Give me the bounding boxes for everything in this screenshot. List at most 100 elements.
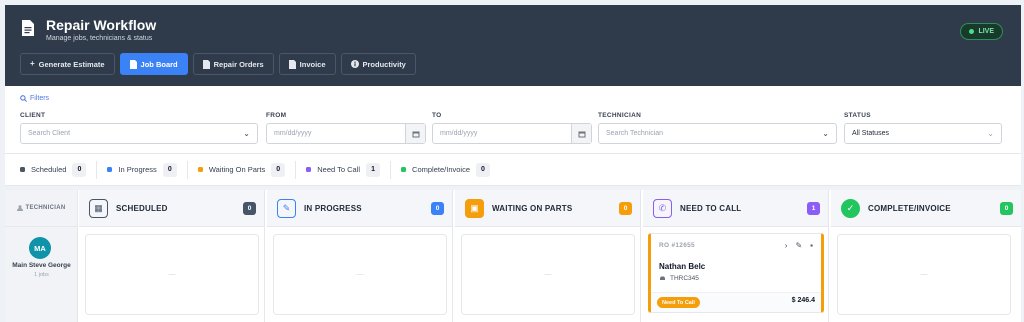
calendar-icon[interactable] (405, 124, 425, 143)
technician-label: TECHNICIAN (598, 112, 642, 119)
status-badge: Need To Call (657, 297, 700, 308)
column-count: 0 (243, 202, 256, 215)
live-label: LIVE (978, 28, 994, 35)
column-title: IN PROGRESS (304, 203, 362, 213)
repair-order-number: RO #12655 (659, 242, 695, 249)
status-select[interactable]: All Statuses ⌄ (844, 123, 1002, 144)
technician-placeholder: Search Technician (606, 130, 664, 137)
column-title: WAITING ON PARTS (492, 203, 573, 213)
vehicle-plate: THRC345 (659, 275, 699, 282)
technician-name: Main Steve George (12, 262, 71, 269)
search-icon (20, 95, 27, 102)
user-icon (16, 205, 23, 211)
column-header: ✆ NEED TO CALL 1 (643, 190, 828, 227)
technician-jobs-count: 1 jobs (34, 272, 49, 278)
column-count: 0 (1000, 202, 1013, 215)
customer-name: Nathan Belc (659, 262, 706, 271)
stat-label: Scheduled (31, 165, 67, 174)
document-app-icon (22, 20, 34, 36)
column-need-to-call: ✆ NEED TO CALL 1 RO #12655 › ✎ ▪ Nathan … (643, 190, 829, 322)
plus-icon: + (30, 59, 35, 68)
column-title: NEED TO CALL (680, 203, 742, 213)
client-label: CLIENT (20, 112, 46, 119)
calendar-icon[interactable] (571, 124, 591, 143)
filters-toggle[interactable]: Filters (20, 95, 49, 102)
filters-label: Filters (30, 95, 50, 102)
car-icon (660, 276, 665, 280)
calendar-icon: ▦ (89, 198, 108, 218)
to-label: TO (432, 112, 442, 119)
column-scheduled: ▦ SCHEDULED 0 — (79, 190, 265, 322)
column-in-progress: ✎ IN PROGRESS 0 — (267, 190, 453, 322)
column-header: ✎ IN PROGRESS 0 (267, 190, 452, 227)
status-summary: Scheduled 0 In Progress 0 Waiting On Par… (5, 154, 1021, 186)
live-dot-icon (969, 29, 975, 34)
technician-select[interactable]: Search Technician ⌄ (598, 123, 837, 144)
card-amount: $ 246.4 (791, 297, 815, 304)
client-select[interactable]: Search Client ⌄ (20, 123, 258, 144)
document-icon (129, 59, 137, 69)
status-dot-icon (20, 167, 25, 172)
to-placeholder: mm/dd/yyyy (440, 130, 478, 137)
from-placeholder: mm/dd/yyyy (274, 130, 312, 137)
tab-label: Generate Estimate (38, 59, 105, 69)
stat-count: 0 (271, 162, 286, 177)
empty-drop-zone[interactable]: — (85, 234, 259, 315)
app-header: Repair Workflow Manage jobs, technicians… (5, 5, 1021, 86)
card-footer: Need To Call $ 246.4 (651, 292, 821, 312)
stat-label: Waiting On Parts (208, 165, 266, 174)
page-subtitle: Manage jobs, technicians & status (46, 35, 153, 42)
edit-icon[interactable]: ✎ (795, 241, 802, 250)
technician-column: TECHNICIAN MA Main Steve George 1 jobs (5, 190, 78, 322)
empty-drop-zone[interactable]: — (837, 234, 1011, 315)
column-title: COMPLETE/INVOICE (868, 203, 951, 213)
stat-in-progress: In Progress 0 (107, 160, 188, 179)
column-count: 0 (619, 202, 632, 215)
status-dot-icon (306, 167, 312, 172)
chevron-down-icon: ⌄ (822, 129, 829, 138)
column-header: ✓ COMPLETE/INVOICE 0 (831, 190, 1021, 227)
info-icon (350, 60, 359, 68)
parts-box-icon: ▣ (465, 198, 484, 218)
stat-label: Complete/Invoice (412, 165, 470, 174)
stat-waiting-on-parts: Waiting On Parts 0 (197, 160, 297, 179)
column-complete-invoice: ✓ COMPLETE/INVOICE 0 — (831, 190, 1021, 322)
status-dot-icon (401, 167, 407, 172)
from-date-input[interactable]: mm/dd/yyyy (266, 123, 426, 144)
tab-invoice[interactable]: Invoice (278, 53, 336, 75)
tab-label: Productivity (362, 59, 406, 69)
column-waiting-on-parts: ▣ WAITING ON PARTS 0 — (455, 190, 641, 322)
chevron-right-icon[interactable]: › (785, 241, 788, 250)
job-card[interactable]: RO #12655 › ✎ ▪ Nathan Belc THRC345 Need… (648, 233, 824, 313)
tab-job-board[interactable]: Job Board (119, 53, 188, 75)
stat-complete-invoice: Complete/Invoice 0 (401, 161, 500, 179)
tab-generate-estimate[interactable]: + Generate Estimate (20, 53, 115, 75)
wrench-icon: ✎ (277, 198, 296, 218)
column-header: ▦ SCHEDULED 0 (79, 190, 264, 227)
stat-count: 0 (476, 162, 490, 177)
empty-placeholder: — (168, 271, 176, 278)
tab-repair-orders[interactable]: Repair Orders (192, 53, 274, 75)
tab-productivity[interactable]: Productivity (340, 53, 416, 75)
empty-placeholder: — (356, 271, 364, 278)
status-label: STATUS (844, 112, 871, 119)
delete-icon[interactable]: ▪ (810, 241, 813, 250)
chevron-down-icon: ⌄ (243, 129, 250, 138)
chevron-down-icon: ⌄ (987, 129, 994, 138)
client-placeholder: Search Client (28, 130, 71, 137)
check-circle-icon: ✓ (841, 198, 860, 218)
technician-header-label: TECHNICIAN (25, 205, 66, 211)
column-count: 0 (431, 202, 444, 215)
tab-label: Invoice (299, 59, 326, 69)
to-date-input[interactable]: mm/dd/yyyy (432, 123, 592, 144)
stat-label: In Progress (118, 165, 157, 174)
document-icon (202, 59, 210, 69)
status-dot-icon (107, 167, 113, 172)
from-label: FROM (266, 112, 287, 119)
filters-panel: Filters CLIENT Search Client ⌄ FROM mm/d… (5, 86, 1021, 154)
empty-drop-zone[interactable]: — (461, 234, 635, 315)
status-value: All Statuses (852, 130, 889, 137)
stat-count: 1 (366, 162, 381, 177)
empty-drop-zone[interactable]: — (273, 234, 447, 315)
column-title: SCHEDULED (116, 203, 168, 213)
